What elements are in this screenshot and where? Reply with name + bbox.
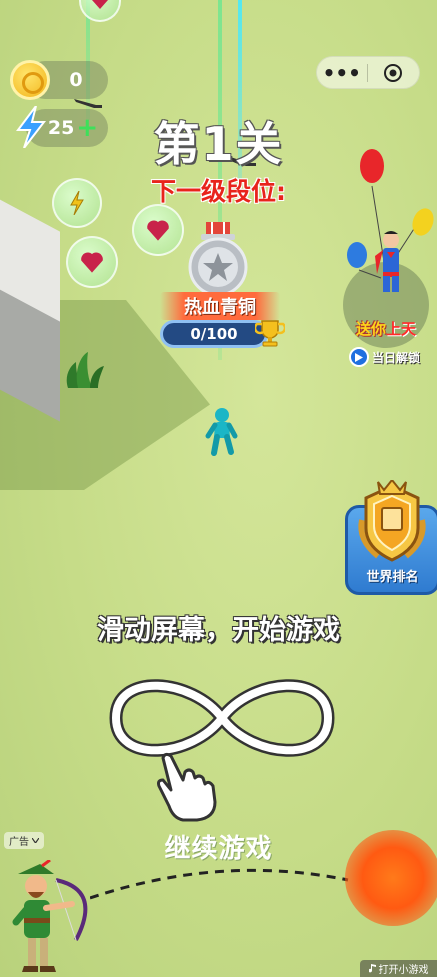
swipe-instruction: 滑动屏幕，开始游戏 bbox=[97, 615, 340, 646]
silver-star-medal-icon bbox=[188, 222, 248, 296]
gift-label-a: 送你 bbox=[355, 320, 386, 338]
heart-bubble bbox=[66, 236, 118, 288]
mini-program-capsule: ••• bbox=[316, 56, 420, 89]
trophy-icon bbox=[255, 320, 285, 347]
archer-character bbox=[12, 860, 88, 972]
ad-tag[interactable]: 广告 bbox=[4, 832, 44, 849]
play-icon bbox=[349, 347, 369, 367]
music-note-icon bbox=[368, 964, 376, 973]
world-rank-label: 世界排名 bbox=[366, 570, 419, 585]
rank-progress-text: 0/100 bbox=[190, 325, 238, 343]
rank-name: 热血青铜 bbox=[160, 292, 280, 320]
balloon-hero-icon bbox=[347, 149, 434, 292]
heart-icon bbox=[92, 0, 108, 9]
close-program-icon[interactable] bbox=[368, 63, 420, 83]
open-mini-game-button[interactable]: 打开小游戏 bbox=[360, 960, 437, 977]
player-character bbox=[205, 408, 238, 456]
pointing-hand-icon bbox=[157, 752, 217, 822]
unlock-label: 当日解锁 bbox=[372, 350, 421, 365]
laurel-emblem-icon bbox=[358, 480, 426, 562]
ad-tag-label: 广告 bbox=[9, 837, 29, 848]
heart-bubble bbox=[132, 204, 184, 256]
open-mini-game-label: 打开小游戏 bbox=[378, 965, 429, 976]
bush-icon bbox=[66, 352, 104, 388]
unlock-button[interactable]: 当日解锁 bbox=[349, 347, 420, 367]
gift-label-b: 上天 bbox=[386, 320, 417, 338]
more-menu-icon[interactable]: ••• bbox=[317, 63, 367, 83]
chevron-down-icon bbox=[32, 838, 39, 843]
heart-icon bbox=[147, 220, 169, 241]
coin-count: 0 bbox=[69, 69, 83, 91]
rank-progress-bar: 0/100 bbox=[160, 320, 268, 348]
infinity-gesture-icon bbox=[109, 679, 335, 757]
fireball-target bbox=[345, 830, 437, 926]
arrow-trajectory bbox=[90, 868, 349, 900]
coin-icon bbox=[10, 60, 50, 100]
gift-label: 送你上天 bbox=[343, 318, 429, 339]
heart-icon bbox=[81, 252, 103, 273]
